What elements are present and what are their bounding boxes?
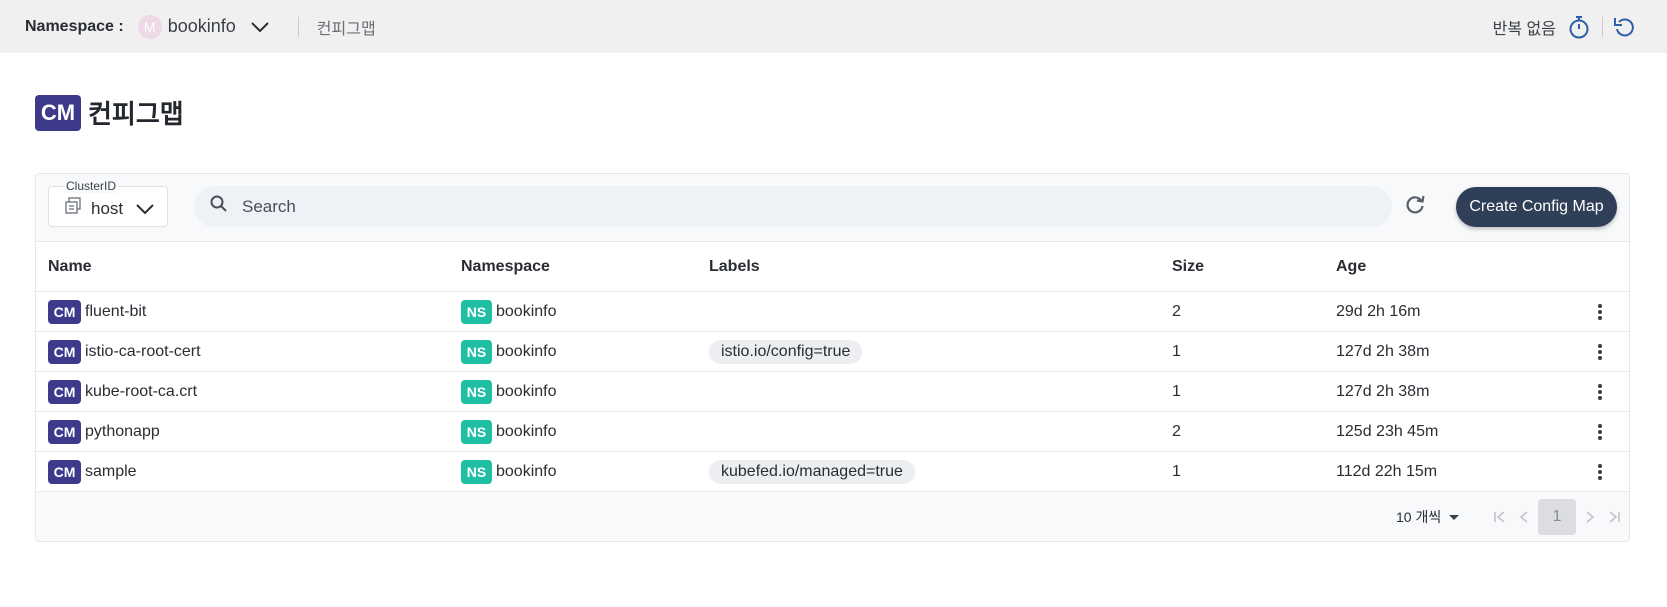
namespace-value[interactable]: bookinfo	[168, 16, 236, 37]
namespace-name[interactable]: bookinfo	[496, 463, 557, 481]
size-value: 2	[1172, 422, 1181, 440]
size-value: 1	[1172, 382, 1181, 400]
rows-per-page-value: 10 개씩	[1396, 509, 1442, 525]
column-header-age[interactable]: Age	[1336, 258, 1366, 276]
breadcrumb: 컨피그맵	[316, 20, 376, 38]
column-header-labels[interactable]: Labels	[709, 258, 760, 276]
namespace-badge: NS	[461, 379, 492, 404]
table-row[interactable]: CM istio-ca-root-cert NS bookinfo istio.…	[36, 332, 1629, 372]
configmap-panel: ClusterID host Create Config Map	[35, 173, 1630, 542]
namespace-name[interactable]: bookinfo	[496, 383, 557, 401]
configmap-badge: CM	[48, 299, 81, 324]
namespace-label: Namespace :	[25, 17, 124, 35]
page-title: 컨피그맵	[88, 99, 184, 129]
namespace-avatar: M	[137, 14, 162, 39]
age-value: 127d 2h 38m	[1336, 382, 1430, 400]
caret-down-icon	[1449, 514, 1460, 520]
namespace-badge: NS	[461, 459, 492, 484]
kebab-menu-icon[interactable]	[1597, 302, 1603, 322]
table-row[interactable]: CM pythonapp NS bookinfo 2 125d 23h 45m	[36, 412, 1629, 452]
table-row[interactable]: CM fluent-bit NS bookinfo 2 29d 2h 16m	[36, 292, 1629, 332]
age-value: 112d 22h 15m	[1336, 462, 1438, 480]
top-bar: Namespace : M bookinfo 컨피그맵 반복 없음	[0, 0, 1667, 53]
size-value: 1	[1172, 462, 1181, 480]
stopwatch-icon[interactable]	[1568, 15, 1590, 39]
table-header: Name Namespace Labels Size Age	[36, 242, 1629, 292]
undo-icon[interactable]	[1613, 16, 1637, 38]
column-header-name[interactable]: Name	[48, 258, 92, 276]
table-footer: 10 개씩 1	[36, 492, 1629, 542]
kebab-menu-icon[interactable]	[1597, 382, 1603, 402]
table-row[interactable]: CM sample NS bookinfo kubefed.io/managed…	[36, 452, 1629, 492]
namespace-name[interactable]: bookinfo	[496, 343, 557, 361]
age-value: 127d 2h 38m	[1336, 342, 1430, 360]
refresh-icon[interactable]	[1404, 194, 1426, 216]
namespace-name[interactable]: bookinfo	[496, 303, 557, 321]
configmap-name[interactable]: istio-ca-root-cert	[85, 343, 201, 361]
divider	[297, 16, 299, 37]
column-header-size[interactable]: Size	[1172, 258, 1204, 276]
search-bar	[194, 186, 1392, 227]
configmap-badge: CM	[48, 379, 81, 404]
namespace-name[interactable]: bookinfo	[496, 423, 557, 441]
last-page-icon[interactable]	[1602, 499, 1626, 535]
cluster-select[interactable]: ClusterID host	[48, 179, 168, 227]
rows-per-page-select[interactable]: 10 개씩	[1396, 507, 1460, 527]
configmap-badge: CM	[48, 459, 81, 484]
configmap-badge: CM	[48, 419, 81, 444]
kebab-menu-icon[interactable]	[1597, 462, 1603, 482]
kebab-menu-icon[interactable]	[1597, 422, 1603, 442]
current-page-button[interactable]: 1	[1538, 499, 1576, 535]
label-chip: kubefed.io/managed=true	[709, 459, 915, 484]
chevron-down-icon	[135, 203, 155, 215]
first-page-icon[interactable]	[1488, 499, 1512, 535]
cluster-icon	[65, 197, 81, 220]
configmap-name[interactable]: pythonapp	[85, 423, 160, 441]
namespace-badge: NS	[461, 419, 492, 444]
configmap-name[interactable]: kube-root-ca.crt	[85, 383, 197, 401]
next-page-icon[interactable]	[1578, 499, 1602, 535]
previous-page-icon[interactable]	[1512, 499, 1536, 535]
search-input[interactable]	[242, 196, 1342, 217]
label-chip: istio.io/config=true	[709, 339, 863, 364]
create-config-map-button[interactable]: Create Config Map	[1456, 187, 1617, 227]
pagination: 1	[1488, 499, 1626, 535]
refresh-controls: 반복 없음	[1493, 0, 1637, 53]
toolbar: ClusterID host Create Config Map	[36, 174, 1629, 241]
configmap-badge: CM	[35, 94, 81, 131]
column-header-namespace[interactable]: Namespace	[461, 258, 550, 276]
repeat-interval-label[interactable]: 반복 없음	[1493, 15, 1556, 39]
namespace-badge: NS	[461, 339, 492, 364]
configmap-table: Name Namespace Labels Size Age CM fluent…	[36, 241, 1629, 492]
configmap-badge: CM	[48, 339, 81, 364]
size-value: 1	[1172, 342, 1181, 360]
cluster-value: host	[91, 198, 124, 218]
namespace-badge: NS	[461, 299, 492, 324]
configmap-name[interactable]: fluent-bit	[85, 303, 146, 321]
size-value: 2	[1172, 302, 1181, 320]
table-row[interactable]: CM kube-root-ca.crt NS bookinfo 1 127d 2…	[36, 372, 1629, 412]
page-header: CM 컨피그맵	[35, 94, 184, 131]
age-value: 29d 2h 16m	[1336, 302, 1421, 320]
kebab-menu-icon[interactable]	[1597, 342, 1603, 362]
divider	[1602, 16, 1603, 37]
configmap-name[interactable]: sample	[85, 463, 137, 481]
age-value: 125d 23h 45m	[1336, 422, 1439, 440]
namespace-chevron-down-icon[interactable]	[250, 21, 270, 33]
cluster-caption: ClusterID	[64, 179, 119, 193]
search-icon	[210, 195, 228, 218]
